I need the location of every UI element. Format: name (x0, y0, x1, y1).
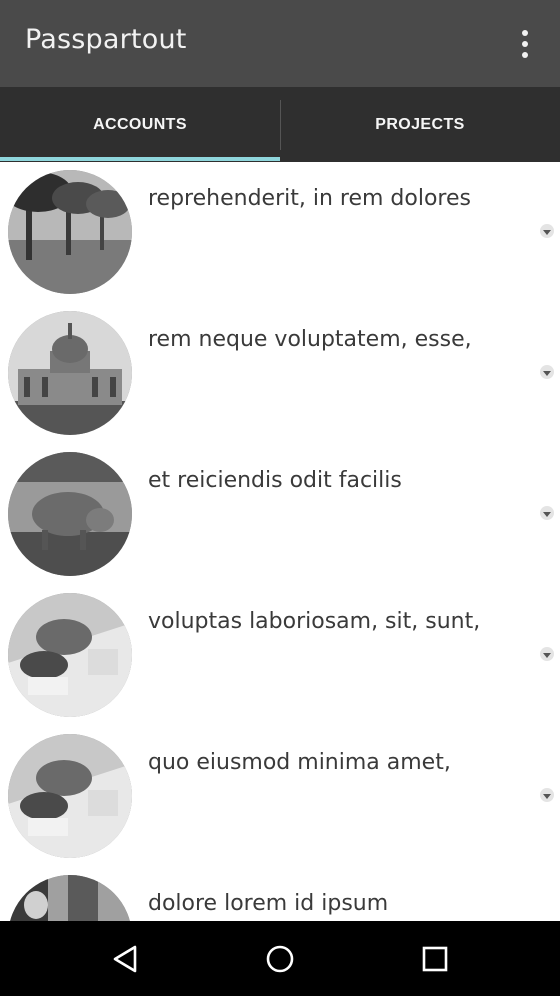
tab-accounts[interactable]: ACCOUNTS (0, 87, 280, 162)
app-bar: Passpartout (0, 0, 560, 87)
avatar (8, 170, 132, 294)
tab-projects[interactable]: PROJECTS (280, 87, 560, 162)
accounts-list: reprehenderit, in rem dolores rem neque … (0, 162, 560, 921)
list-item[interactable]: quo eiusmod minima amet, (0, 726, 560, 867)
avatar (8, 734, 132, 858)
list-item-text: dolore lorem id ipsum (148, 891, 389, 916)
expand-icon[interactable] (540, 647, 554, 661)
list-item[interactable]: voluptas laboriosam, sit, sunt, (0, 585, 560, 726)
list-item-text: reprehenderit, in rem dolores (148, 186, 471, 211)
list-item[interactable]: rem neque voluptatem, esse, (0, 303, 560, 444)
list-item-text: rem neque voluptatem, esse, (148, 327, 472, 352)
more-vert-icon[interactable] (510, 26, 540, 62)
system-nav-bar (0, 921, 560, 996)
expand-icon[interactable] (540, 506, 554, 520)
tab-divider (280, 100, 281, 150)
list-item[interactable]: et reiciendis odit facilis (0, 444, 560, 585)
avatar (8, 593, 132, 717)
recents-icon[interactable] (419, 943, 451, 975)
avatar (8, 311, 132, 435)
tab-indicator (0, 157, 280, 161)
expand-icon[interactable] (540, 224, 554, 238)
list-item[interactable]: reprehenderit, in rem dolores (0, 162, 560, 303)
list-item-text: voluptas laboriosam, sit, sunt, (148, 609, 481, 634)
expand-icon[interactable] (540, 788, 554, 802)
list-item-text: quo eiusmod minima amet, (148, 750, 451, 775)
app-title: Passpartout (25, 24, 187, 55)
home-icon[interactable] (264, 943, 296, 975)
list-item-text: et reiciendis odit facilis (148, 468, 402, 493)
expand-icon[interactable] (540, 365, 554, 379)
list-item[interactable]: dolore lorem id ipsum (0, 867, 560, 921)
avatar (8, 452, 132, 576)
back-icon[interactable] (110, 943, 142, 975)
avatar (8, 875, 132, 921)
